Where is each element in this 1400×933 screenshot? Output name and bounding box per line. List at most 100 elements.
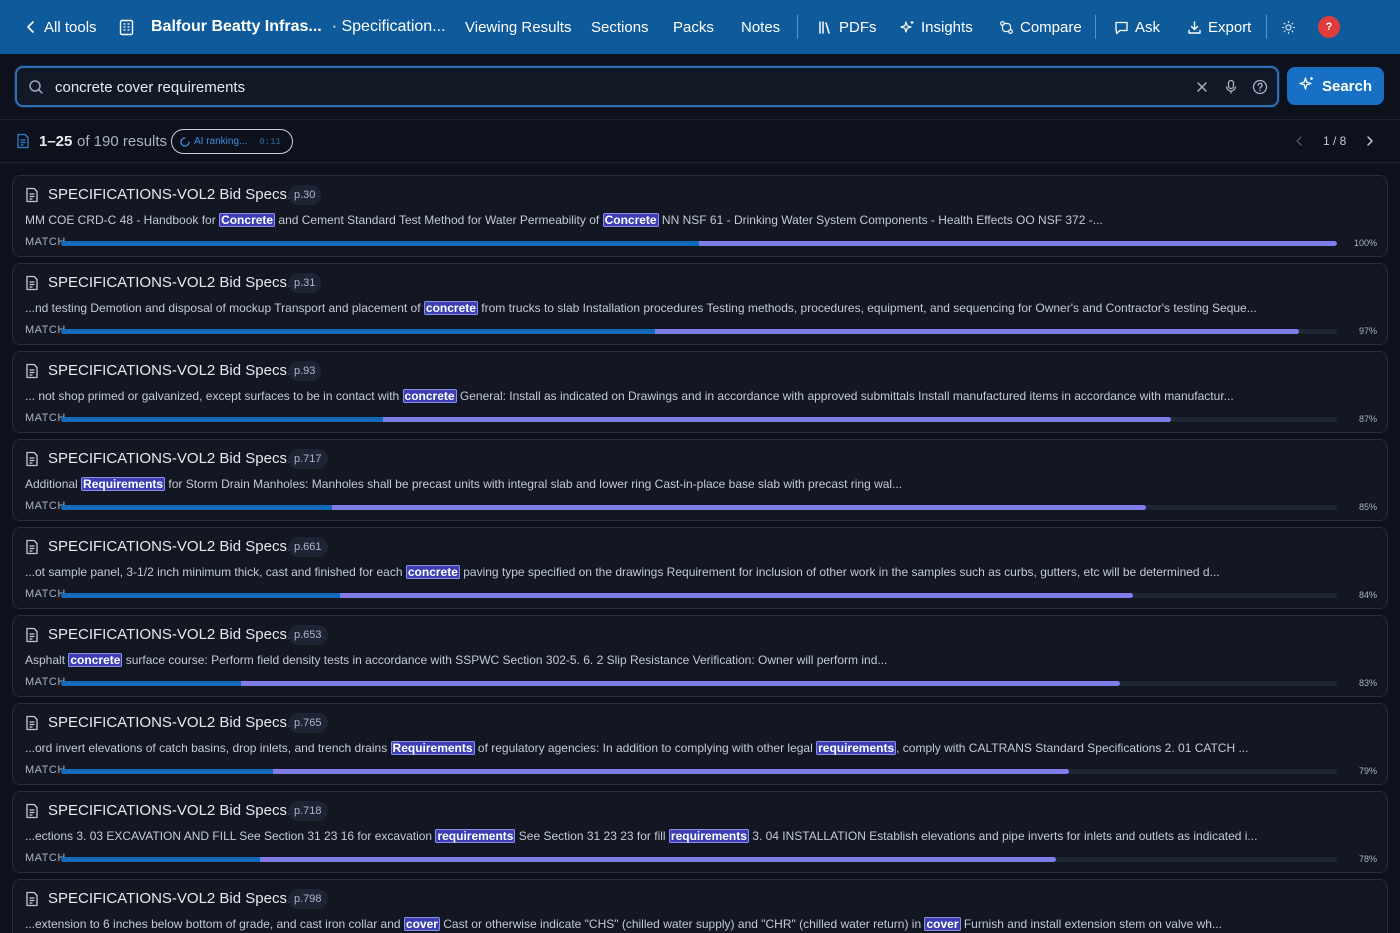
nav-viewing-results[interactable]: Viewing Results xyxy=(465,0,571,54)
results-total: of 190 results xyxy=(77,133,168,150)
match-score-bar xyxy=(61,857,1337,862)
microphone-icon xyxy=(1225,79,1237,94)
match-score-fill-secondary xyxy=(340,593,1133,598)
result-page-badge: p.31 xyxy=(288,273,322,293)
result-snippet: ...ot sample panel, 3-1/2 inch minimum t… xyxy=(25,565,1355,579)
result-snippet: Additional Requirements for Storm Drain … xyxy=(25,477,1355,491)
result-card[interactable]: SPECIFICATIONS-VOL2 Bid Specs.pdf p.93 .… xyxy=(12,351,1388,433)
match-score-bar xyxy=(61,417,1337,422)
match-percent: 78% xyxy=(1358,854,1377,864)
result-filename[interactable]: SPECIFICATIONS-VOL2 Bid Specs.pdf xyxy=(48,626,312,643)
result-filename[interactable]: SPECIFICATIONS-VOL2 Bid Specs.pdf xyxy=(48,450,312,467)
match-score-fill-secondary xyxy=(332,505,1146,510)
snippet-text: ... not shop primed or galvanized, excep… xyxy=(25,389,403,403)
search-icon xyxy=(28,79,44,100)
snippet-text: ...ord invert elevations of catch basins… xyxy=(25,741,391,755)
match-score-fill-secondary xyxy=(699,241,1337,246)
search-input[interactable] xyxy=(55,76,1155,98)
voice-search-button[interactable] xyxy=(1222,78,1240,96)
highlighted-term: Requirements xyxy=(81,477,166,491)
match-score-fill-primary xyxy=(61,681,241,686)
nav-sections[interactable]: Sections xyxy=(591,0,649,54)
result-card[interactable]: SPECIFICATIONS-VOL2 Bid Specs.pdf p.661 … xyxy=(12,527,1388,609)
nav-pdfs[interactable]: PDFs xyxy=(818,0,877,54)
search-help-button[interactable] xyxy=(1251,78,1269,96)
pdf-file-icon xyxy=(25,275,39,296)
clear-search-button[interactable] xyxy=(1193,78,1211,96)
result-page-badge: p.718 xyxy=(288,801,328,821)
back-to-all-tools-link[interactable]: All tools xyxy=(24,0,97,54)
snippet-text: NN NSF 61 - Drinking Water System Compon… xyxy=(658,213,1103,227)
avatar[interactable]: ? xyxy=(1318,16,1340,38)
match-score-bar xyxy=(61,505,1337,510)
previous-page-button[interactable] xyxy=(1292,134,1306,153)
nav-ask[interactable]: Ask xyxy=(1114,0,1160,54)
result-page-badge: p.798 xyxy=(288,889,328,909)
match-percent: 83% xyxy=(1358,678,1377,688)
nav-export[interactable]: Export xyxy=(1187,0,1251,54)
match-label: MATCH xyxy=(25,676,66,688)
nav-notes[interactable]: Notes xyxy=(741,0,780,54)
result-card[interactable]: SPECIFICATIONS-VOL2 Bid Specs.pdf p.765 … xyxy=(12,703,1388,785)
snippet-text: of regulatory agencies: In addition to c… xyxy=(474,741,817,755)
search-button-label: Search xyxy=(1321,77,1373,95)
result-snippet: ...ord invert elevations of catch basins… xyxy=(25,741,1355,755)
result-snippet: ...extension to 6 inches below bottom of… xyxy=(25,917,1355,931)
result-card[interactable]: SPECIFICATIONS-VOL2 Bid Specs.pdf p.653 … xyxy=(12,615,1388,697)
project-title-area[interactable]: Balfour Beatty Infras... · Specification… xyxy=(118,0,446,54)
match-score-bar xyxy=(61,769,1337,774)
snippet-text: ...ections 3. 03 EXCAVATION AND FILL See… xyxy=(25,829,436,843)
theme-toggle-button[interactable] xyxy=(1281,0,1296,54)
match-label: MATCH xyxy=(25,852,66,864)
highlighted-term: Concrete xyxy=(602,213,659,227)
project-subtitle: · Specification... xyxy=(331,18,446,35)
result-page-badge: p.661 xyxy=(288,537,328,557)
result-card[interactable]: SPECIFICATIONS-VOL2 Bid Specs.pdf p.718 … xyxy=(12,791,1388,873)
help-circle-icon xyxy=(1252,79,1268,95)
nav-ask-label: Ask xyxy=(1135,18,1161,36)
match-score-fill-primary xyxy=(61,505,332,510)
match-score-fill-secondary xyxy=(273,769,1069,774)
match-score-fill-secondary xyxy=(241,681,1120,686)
snippet-text: Asphalt xyxy=(25,653,69,667)
result-card[interactable]: SPECIFICATIONS-VOL2 Bid Specs.pdf p.717 … xyxy=(12,439,1388,521)
snippet-text: General: Install as indicated on Drawing… xyxy=(456,389,1234,403)
results-range: 1–25 xyxy=(39,133,73,150)
match-percent: 84% xyxy=(1358,590,1377,600)
nav-pdfs-label: PDFs xyxy=(839,18,877,36)
match-score-fill-primary xyxy=(61,769,273,774)
match-percent: 97% xyxy=(1358,326,1377,336)
nav-notes-label: Notes xyxy=(741,18,781,36)
building-icon xyxy=(118,19,135,36)
match-score-bar xyxy=(61,329,1337,334)
nav-divider xyxy=(1266,15,1267,39)
result-card[interactable]: SPECIFICATIONS-VOL2 Bid Specs.pdf p.31 .… xyxy=(12,263,1388,345)
match-score-fill-secondary xyxy=(383,417,1171,422)
next-page-button[interactable] xyxy=(1363,134,1377,153)
result-card[interactable]: SPECIFICATIONS-VOL2 Bid Specs.pdf p.798 … xyxy=(12,879,1388,933)
result-filename[interactable]: SPECIFICATIONS-VOL2 Bid Specs.pdf xyxy=(48,538,312,555)
search-button[interactable]: Search xyxy=(1287,67,1384,105)
project-title: Balfour Beatty Infras... xyxy=(151,18,322,35)
result-page-badge: p.717 xyxy=(288,449,328,469)
result-filename[interactable]: SPECIFICATIONS-VOL2 Bid Specs.pdf xyxy=(48,890,312,907)
result-filename[interactable]: SPECIFICATIONS-VOL2 Bid Specs.pdf xyxy=(48,186,312,203)
result-list: SPECIFICATIONS-VOL2 Bid Specs.pdf p.30 M… xyxy=(12,175,1388,933)
result-card[interactable]: SPECIFICATIONS-VOL2 Bid Specs.pdf p.30 M… xyxy=(12,175,1388,257)
nav-viewing-results-label: Viewing Results xyxy=(465,18,572,36)
chevron-left-icon xyxy=(24,20,38,34)
match-label: MATCH xyxy=(25,412,66,424)
nav-packs[interactable]: Packs xyxy=(673,0,714,54)
result-filename[interactable]: SPECIFICATIONS-VOL2 Bid Specs.pdf xyxy=(48,802,312,819)
chat-bubble-icon xyxy=(1114,20,1129,35)
match-label: MATCH xyxy=(25,588,66,600)
result-page-badge: p.653 xyxy=(288,625,328,645)
result-filename[interactable]: SPECIFICATIONS-VOL2 Bid Specs.pdf xyxy=(48,274,312,291)
snippet-text: Additional xyxy=(25,477,82,491)
search-box xyxy=(15,66,1279,107)
nav-compare[interactable]: Compare xyxy=(999,0,1082,54)
result-filename[interactable]: SPECIFICATIONS-VOL2 Bid Specs.pdf xyxy=(48,714,312,731)
spinner-icon xyxy=(180,136,190,147)
nav-insights[interactable]: Insights xyxy=(900,0,973,54)
result-filename[interactable]: SPECIFICATIONS-VOL2 Bid Specs.pdf xyxy=(48,362,312,379)
